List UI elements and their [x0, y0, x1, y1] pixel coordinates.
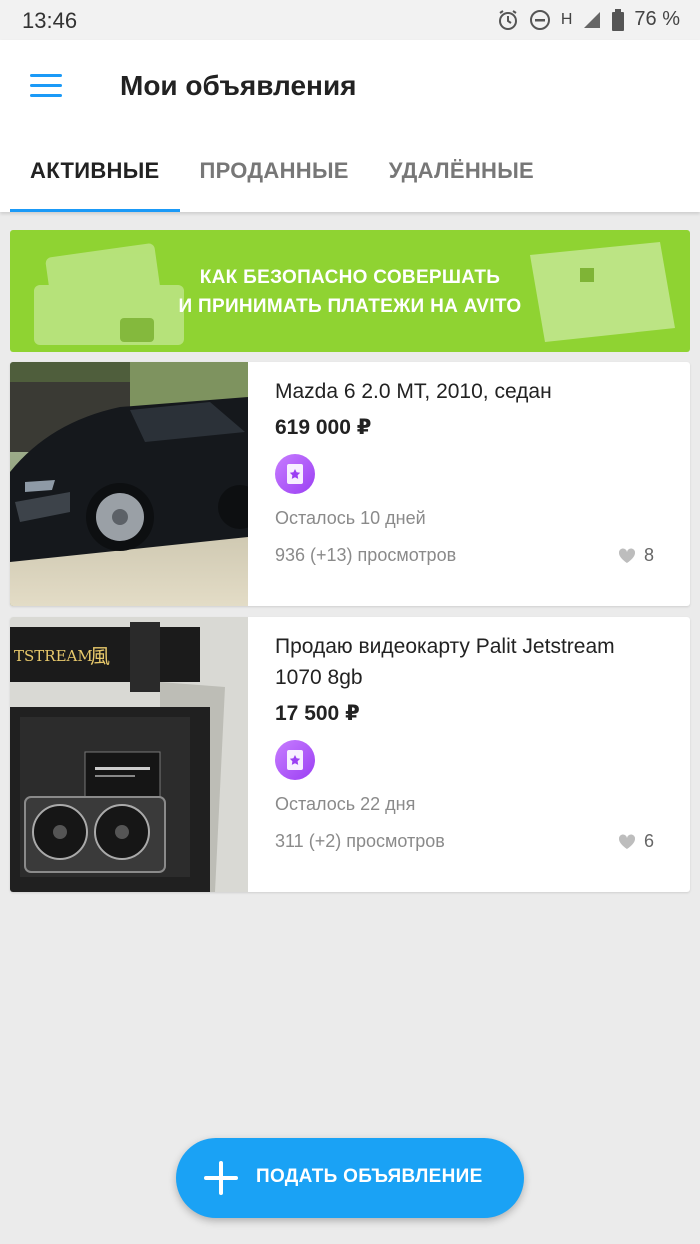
- listing-card[interactable]: Mazda 6 2.0 MT, 2010, седан 619 000 ₽ Ос…: [10, 362, 690, 606]
- battery-percent: 76 %: [634, 8, 680, 30]
- battery-icon: [612, 8, 625, 31]
- svg-text:風: 風: [90, 644, 110, 668]
- alarm-icon: [497, 9, 519, 31]
- likes-count: 6: [643, 831, 654, 851]
- promotion-badge-icon[interactable]: [275, 454, 315, 494]
- do-not-disturb-icon: [529, 9, 551, 31]
- listing-expires: Осталось 22 дня: [275, 794, 416, 814]
- listing-info: Mazda 6 2.0 MT, 2010, седан 619 000 ₽ Ос…: [275, 376, 654, 569]
- listing-card[interactable]: TSTREAM 風 Продаю видеокарту Palit Jetstr…: [10, 617, 690, 892]
- listing-stats: 936 (+13) просмотров 8: [275, 545, 654, 569]
- svg-text:TSTREAM: TSTREAM: [14, 647, 93, 665]
- listing-views: 311 (+2) просмотров: [275, 831, 445, 851]
- app-header: Мои объявления АКТИВНЫЕ ПРОДАННЫЕ УДАЛЁН…: [0, 40, 700, 212]
- banner-text: КАК БЕЗОПАСНО СОВЕРШАТЬ И ПРИНИМАТЬ ПЛАТ…: [10, 263, 690, 321]
- listing-views: 936 (+13) просмотров: [275, 545, 457, 565]
- listing-expires: Осталось 10 дней: [275, 508, 426, 528]
- network-type: H: [560, 10, 573, 28]
- tab-sold[interactable]: ПРОДАННЫЕ: [180, 150, 369, 212]
- listing-title: Продаю видеокарту Palit Jetstream 1070 8…: [275, 635, 615, 689]
- likes-count: 8: [643, 545, 654, 565]
- listing-photo-car: [10, 362, 248, 606]
- listing-title: Mazda 6 2.0 MT, 2010, седан: [275, 380, 552, 403]
- heart-icon: [618, 547, 636, 563]
- page-title: Мои объявления: [120, 70, 357, 101]
- listing-likes: 8: [618, 545, 654, 566]
- safe-payment-banner[interactable]: КАК БЕЗОПАСНО СОВЕРШАТЬ И ПРИНИМАТЬ ПЛАТ…: [10, 230, 690, 352]
- listing-price: 17 500 ₽: [275, 702, 360, 725]
- banner-line-2: И ПРИНИМАТЬ ПЛАТЕЖИ НА AVITO: [178, 296, 522, 317]
- status-icons: H 76 %: [497, 8, 680, 31]
- status-bar: 13:46 H 76 %: [0, 0, 700, 40]
- banner-line-1: КАК БЕЗОПАСНО СОВЕРШАТЬ: [199, 267, 501, 288]
- plus-icon: [204, 1161, 238, 1195]
- tab-deleted[interactable]: УДАЛЁННЫЕ: [369, 150, 554, 212]
- status-time: 13:46: [22, 8, 78, 33]
- listing-likes: 6: [618, 831, 654, 852]
- listing-stats: 311 (+2) просмотров 6: [275, 831, 654, 855]
- tab-bar: АКТИВНЫЕ ПРОДАННЫЕ УДАЛЁННЫЕ: [10, 150, 554, 212]
- hamburger-menu-icon[interactable]: [30, 72, 62, 100]
- promotion-badge-icon[interactable]: [275, 740, 315, 780]
- listing-price: 619 000 ₽: [275, 416, 372, 439]
- listing-photo-gpu: TSTREAM 風: [10, 617, 248, 892]
- add-listing-button[interactable]: ПОДАТЬ ОБЪЯВЛЕНИЕ: [176, 1138, 524, 1218]
- heart-icon: [618, 833, 636, 849]
- listing-info: Продаю видеокарту Palit Jetstream 1070 8…: [275, 631, 654, 855]
- tab-active[interactable]: АКТИВНЫЕ: [10, 150, 180, 212]
- signal-icon: [582, 10, 602, 30]
- add-listing-label: ПОДАТЬ ОБЪЯВЛЕНИЕ: [256, 1166, 483, 1187]
